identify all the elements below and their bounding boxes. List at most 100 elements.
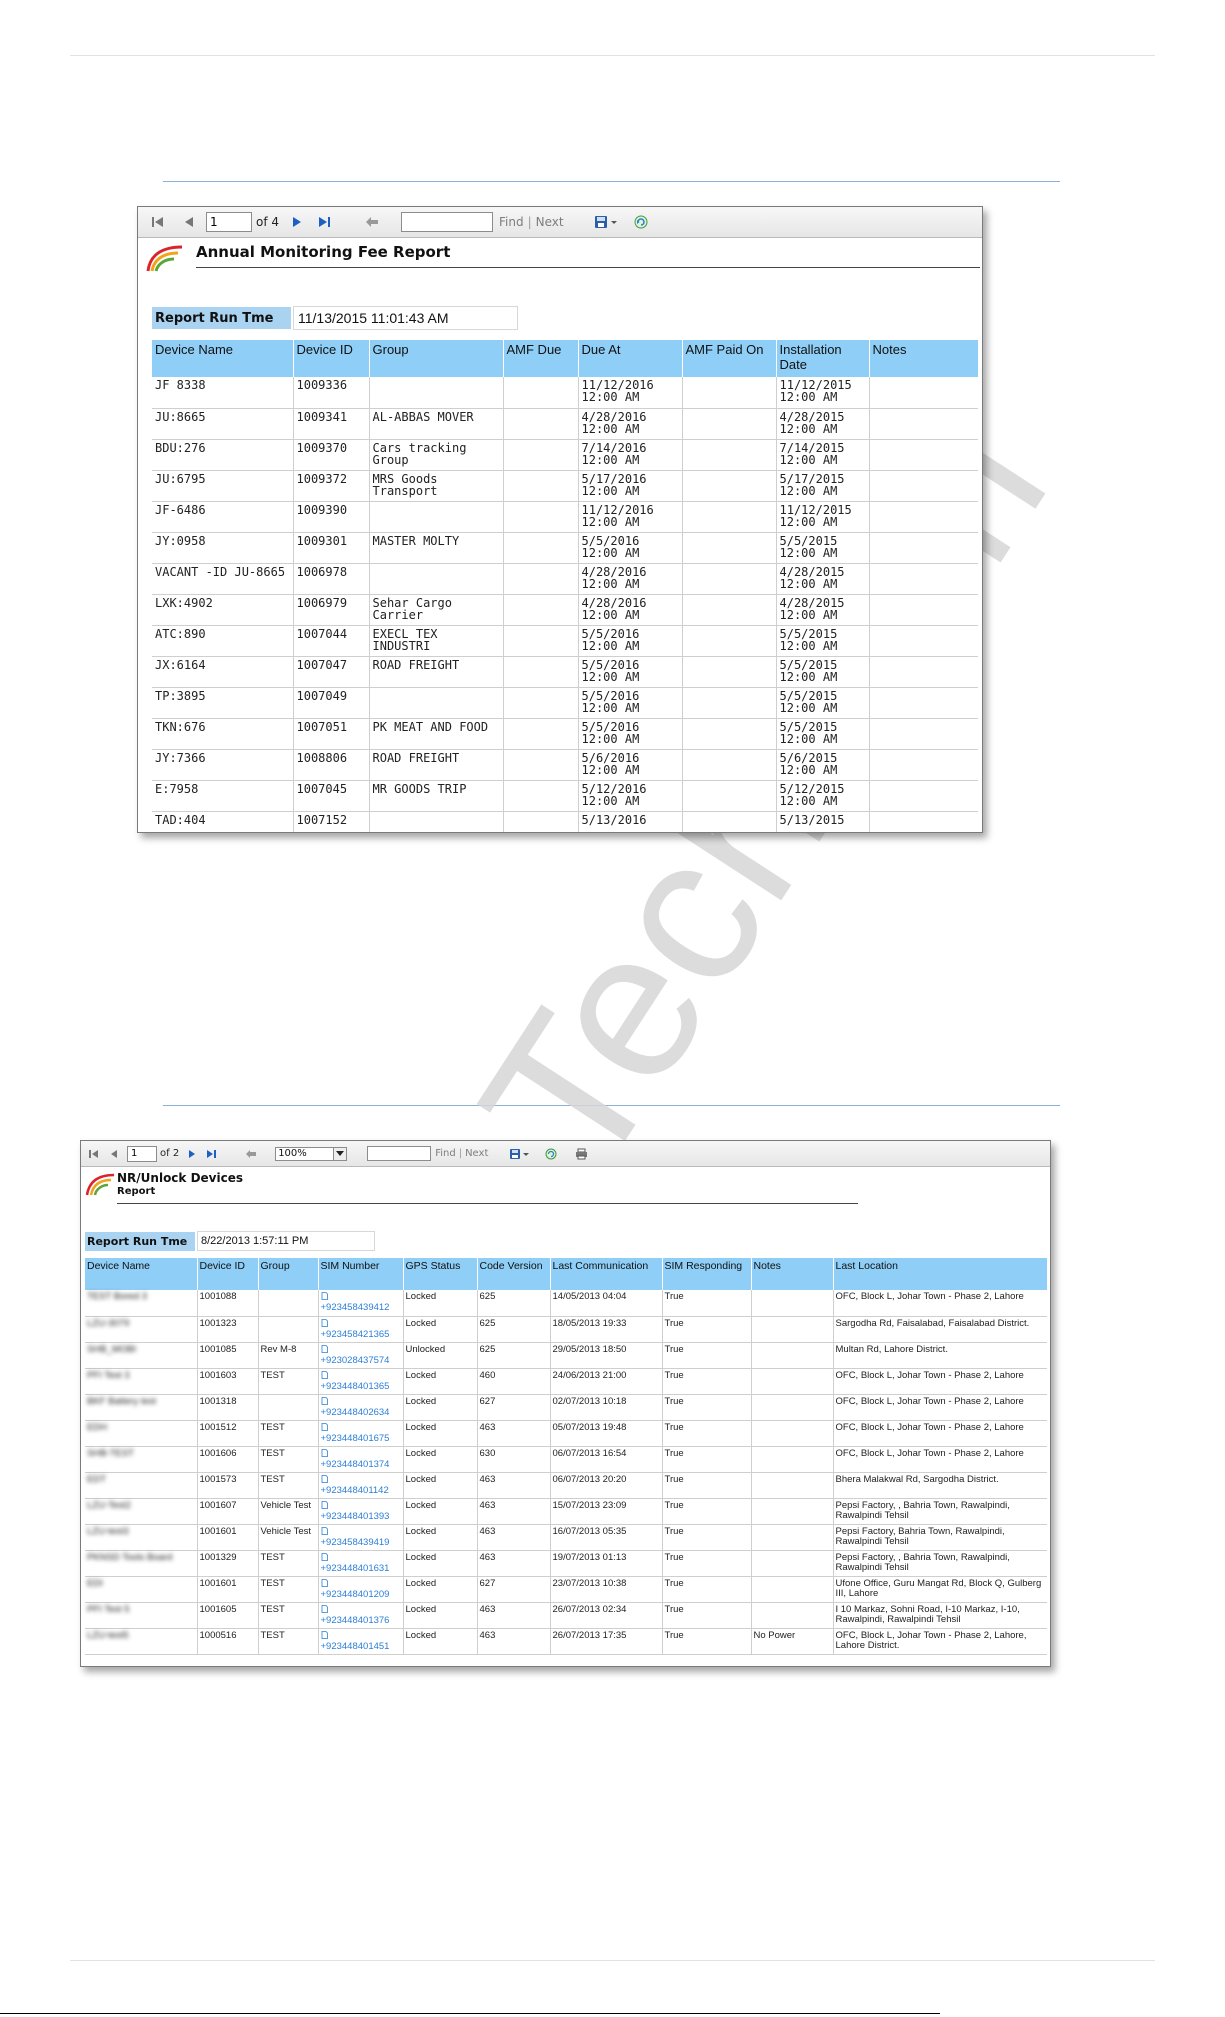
sim-number-link[interactable]: +923448401374	[321, 1459, 390, 1470]
column-header[interactable]: Last Communication	[550, 1258, 663, 1290]
column-header[interactable]: Device ID	[293, 340, 370, 377]
first-page-icon[interactable]	[85, 1149, 103, 1159]
table-cell: 1001601	[197, 1576, 259, 1603]
first-page-icon[interactable]	[146, 216, 170, 228]
find-input[interactable]	[401, 212, 494, 232]
table-cell: 11/12/2015 12:00 AM	[776, 501, 870, 533]
back-icon[interactable]	[241, 1149, 261, 1159]
column-header[interactable]: SIM Number	[318, 1258, 404, 1290]
zoom-select[interactable]: 100%	[275, 1146, 348, 1161]
table-cell: 1007051	[293, 718, 370, 750]
table-row: EDI 1001601 TEST +923448401209 Locked 627 23/0…	[85, 1576, 1047, 1603]
sim-number-link[interactable]: +923448401451	[321, 1641, 390, 1652]
table-cell	[503, 563, 579, 595]
table-cell: OFC, Block L, Johar Town - Phase 2, Laho…	[833, 1290, 1047, 1317]
sim-number-link[interactable]: +923458421365	[321, 1329, 390, 1340]
table-row: PKNSD Tools Board 1001329 TEST +92344840163…	[85, 1550, 1047, 1577]
column-header[interactable]: SIM Responding	[662, 1258, 752, 1290]
title-rule	[196, 267, 980, 268]
export-icon[interactable]	[506, 1148, 534, 1160]
print-icon[interactable]	[572, 1148, 590, 1160]
column-header[interactable]: Code Version	[477, 1258, 551, 1290]
table-cell: 1007047	[293, 656, 370, 688]
table-row: TEST Bored 3 1001088 +923458439412 Locked 62…	[85, 1290, 1047, 1317]
column-header[interactable]: Group	[369, 340, 504, 377]
table-cell	[682, 749, 777, 781]
column-header[interactable]: Due At	[578, 340, 683, 377]
table-cell: MR GOODS TRIP	[369, 780, 504, 812]
refresh-icon[interactable]	[630, 215, 652, 229]
table-cell	[682, 377, 777, 409]
table-cell: Multan Rd, Lahore District.	[833, 1342, 1047, 1369]
prev-page-icon[interactable]	[105, 1149, 123, 1159]
sim-number-link[interactable]: +923448401675	[321, 1433, 390, 1444]
table-cell	[869, 439, 978, 471]
page-number-input[interactable]	[127, 1145, 157, 1162]
table-cell	[682, 656, 777, 688]
column-header[interactable]: Installation Date	[776, 340, 870, 377]
find-link[interactable]: Find	[435, 1148, 456, 1159]
sim-number-link[interactable]: +923458439412	[321, 1302, 390, 1313]
chevron-down-icon[interactable]	[333, 1147, 347, 1160]
find-input[interactable]	[367, 1146, 432, 1161]
find-next-link[interactable]: Next	[465, 1148, 488, 1159]
column-header[interactable]: Device Name	[152, 340, 294, 377]
table-cell: 1007049	[293, 687, 370, 719]
sim-number-link[interactable]: +923448402634	[321, 1407, 390, 1418]
column-header[interactable]: Last Location	[833, 1258, 1047, 1290]
sim-number-link[interactable]: +923448401209	[321, 1589, 390, 1600]
table-cell: TEST	[258, 1420, 319, 1447]
column-header[interactable]: Notes	[751, 1258, 834, 1290]
table-cell: Sargodha Rd, Faisalabad, Faisalabad Dist…	[833, 1316, 1047, 1343]
last-page-icon[interactable]	[313, 216, 337, 228]
table-cell	[258, 1290, 319, 1317]
table-cell: VACANT -ID JU-8665	[152, 563, 294, 595]
sim-number-link[interactable]: +923448401376	[321, 1615, 390, 1626]
sim-number-link[interactable]: +923028437574	[321, 1355, 390, 1366]
table-cell	[869, 687, 978, 719]
sim-number-cell: +923448401451	[318, 1628, 404, 1655]
next-page-icon[interactable]	[183, 1149, 201, 1159]
sim-number-link[interactable]: +923448401631	[321, 1563, 390, 1574]
table-cell: BDU:276	[152, 439, 294, 471]
last-page-icon[interactable]	[203, 1149, 221, 1159]
table-cell: OFC, Block L, Johar Town - Phase 2, Laho…	[833, 1420, 1047, 1447]
table-cell: 627	[477, 1394, 551, 1421]
find-next-link[interactable]: Next	[536, 215, 564, 229]
table-cell: TEST	[258, 1602, 319, 1629]
sim-number-link[interactable]: +923448401365	[321, 1381, 390, 1392]
back-icon[interactable]	[359, 216, 385, 228]
sim-number-link[interactable]: +923458439419	[321, 1537, 390, 1548]
table-cell	[503, 377, 579, 409]
column-header[interactable]: Group	[258, 1258, 319, 1290]
prev-page-icon[interactable]	[176, 216, 202, 228]
sim-number-link[interactable]: +923448401393	[321, 1511, 390, 1522]
table-cell: TP:3895	[152, 687, 294, 719]
column-header[interactable]: AMF Due	[503, 340, 579, 377]
column-header[interactable]: GPS Status	[403, 1258, 478, 1290]
table-cell	[751, 1472, 834, 1499]
page-number-input[interactable]	[206, 212, 252, 232]
table-cell	[682, 408, 777, 440]
refresh-icon[interactable]	[542, 1148, 560, 1160]
column-header[interactable]: Device ID	[197, 1258, 259, 1290]
table-cell	[503, 811, 579, 832]
column-header[interactable]: Device Name	[85, 1258, 198, 1290]
sim-number-cell: +923448402634	[318, 1394, 404, 1421]
table-cell: Rev M-8	[258, 1342, 319, 1369]
sim-number-link[interactable]: +923448401142	[321, 1485, 389, 1496]
export-icon[interactable]	[590, 215, 624, 229]
table-cell: Locked	[403, 1446, 478, 1473]
column-header[interactable]: AMF Paid On	[682, 340, 777, 377]
next-page-icon[interactable]	[285, 216, 309, 228]
find-link[interactable]: Find	[499, 215, 524, 229]
section-rule-2	[163, 1105, 1060, 1106]
sim-number-cell: +923458421365	[318, 1316, 404, 1343]
table-cell: 1009390	[293, 501, 370, 533]
table-cell: 26/07/2013 02:34	[550, 1602, 663, 1629]
column-header[interactable]: Notes	[869, 340, 978, 377]
table-cell: True	[662, 1420, 752, 1447]
table-cell: Pepsi Factory, , Bahria Town, Rawalpindi…	[833, 1550, 1047, 1577]
table-cell	[503, 501, 579, 533]
table-cell	[682, 501, 777, 533]
